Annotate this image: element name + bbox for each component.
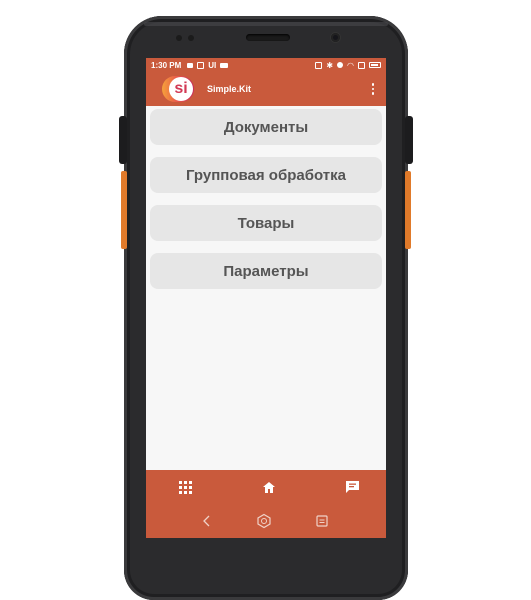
- nfc-icon: [315, 61, 323, 69]
- bottom-navigation: [146, 470, 386, 538]
- notification-icon: [187, 62, 194, 68]
- battery-icon: [369, 62, 381, 68]
- chat-icon[interactable]: [345, 480, 360, 494]
- left-bumper: [119, 116, 127, 164]
- bluetooth-icon: ✱: [326, 60, 334, 70]
- back-icon[interactable]: [202, 515, 212, 527]
- recents-icon[interactable]: [316, 515, 328, 527]
- menu-button-goods[interactable]: Товары: [150, 205, 382, 241]
- status-right-icons: ✱ ◠: [315, 61, 381, 70]
- grid-icon[interactable]: [179, 480, 192, 494]
- status-left-icons: UI: [187, 60, 229, 70]
- device-top-edge: [144, 22, 388, 26]
- overflow-menu-icon[interactable]: [368, 81, 378, 97]
- front-camera: [331, 33, 340, 42]
- menu-button-batch-processing[interactable]: Групповая обработка: [150, 157, 382, 193]
- wifi-icon: ◠: [347, 60, 354, 70]
- sensor-dot: [176, 35, 182, 41]
- image-icon: [197, 61, 205, 69]
- app-title: Simple.Kit: [207, 84, 252, 94]
- status-ui-label: UI: [208, 60, 217, 70]
- menu-list: Документы Групповая обработка Товары Пар…: [146, 109, 386, 289]
- sensor-dot: [188, 35, 194, 41]
- app-nav-row: [146, 470, 386, 504]
- app-screen: 1:30 PM UI ✱ ◠ si Simple.Kit Документы Г…: [146, 58, 386, 538]
- earpiece-speaker: [246, 34, 290, 41]
- status-time: 1:30 PM: [151, 60, 182, 70]
- right-bumper: [405, 116, 413, 164]
- video-icon: [220, 62, 229, 68]
- app-logo: si: [162, 76, 194, 102]
- app-bar: si Simple.Kit: [146, 72, 386, 106]
- menu-button-documents[interactable]: Документы: [150, 109, 382, 145]
- status-bar: 1:30 PM UI ✱ ◠: [146, 58, 386, 72]
- home-icon[interactable]: [262, 481, 276, 494]
- vibrate-icon: [337, 62, 344, 68]
- system-nav-row: [146, 504, 386, 538]
- app-logo-text: si: [169, 77, 193, 101]
- menu-button-parameters[interactable]: Параметры: [150, 253, 382, 289]
- no-sim-icon: [358, 61, 365, 69]
- right-side-button: [405, 171, 411, 249]
- left-side-button: [121, 171, 127, 249]
- home-system-icon[interactable]: [256, 513, 272, 529]
